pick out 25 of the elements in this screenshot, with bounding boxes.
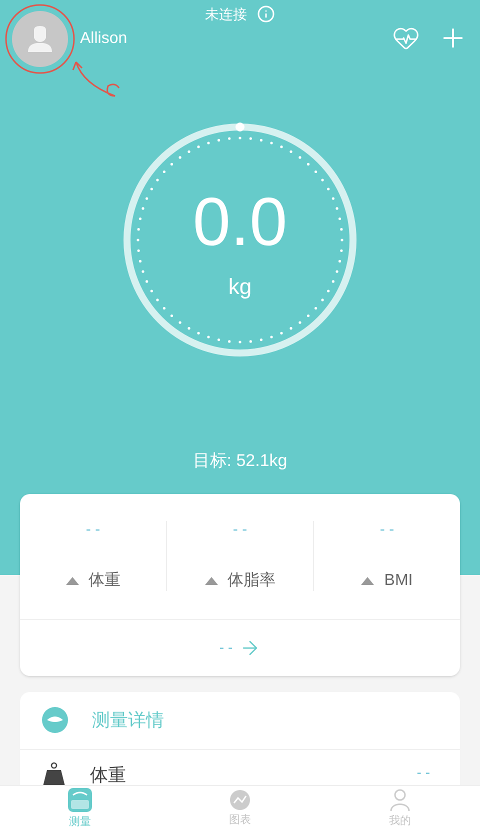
person-icon <box>389 788 411 812</box>
tab[interactable]: 测量 <box>0 786 160 831</box>
weight-value: 0.0 <box>192 188 288 256</box>
target-weight: 目标: 52.1kg <box>192 450 288 472</box>
stat-label: BMI <box>384 571 413 592</box>
stat-value: - - <box>86 520 100 540</box>
user-name[interactable]: Allison <box>80 27 128 51</box>
stat-value: - - <box>380 520 394 540</box>
stat-label: 体脂率 <box>228 570 276 592</box>
details-title: 测量详情 <box>92 708 164 732</box>
stat-label: 体重 <box>88 570 120 592</box>
chart-icon <box>229 788 251 811</box>
triangle-icon <box>361 577 374 586</box>
stat-value: - - <box>232 520 248 540</box>
triangle-icon <box>204 577 218 586</box>
connection-status: 未连接 <box>205 4 247 24</box>
tab[interactable]: 我的 <box>320 786 480 831</box>
detail-value: - - <box>416 762 430 782</box>
detail-label: 体重 <box>90 764 126 786</box>
person-icon <box>28 26 52 52</box>
triangle-icon <box>66 577 78 586</box>
stat-trend: - - <box>219 638 233 657</box>
tab[interactable]: 图表 <box>160 786 320 831</box>
info-icon[interactable] <box>257 5 275 23</box>
weight-unit: kg <box>228 272 252 301</box>
